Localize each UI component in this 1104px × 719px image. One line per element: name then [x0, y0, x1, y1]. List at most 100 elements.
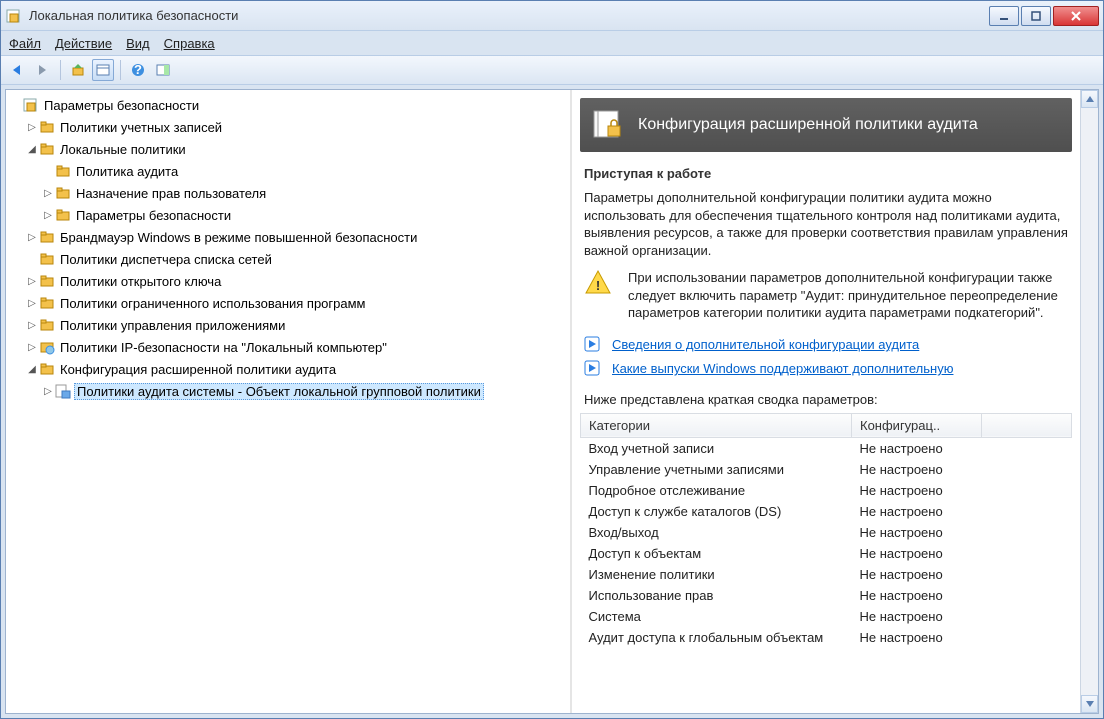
folder-icon: [54, 383, 72, 399]
getting-started-heading: Приступая к работе: [584, 166, 1068, 181]
table-row[interactable]: Управление учетными записямиНе настроено: [581, 459, 1072, 480]
table-row[interactable]: Вход/выходНе настроено: [581, 522, 1072, 543]
expander-icon[interactable]: ▷: [26, 122, 38, 133]
up-button[interactable]: [67, 59, 89, 81]
table-row[interactable]: СистемаНе настроено: [581, 606, 1072, 627]
close-button[interactable]: [1053, 6, 1099, 26]
tree-item[interactable]: ▷ Политики аудита системы - Объект локаль…: [6, 380, 570, 402]
tree-item[interactable]: ◢Конфигурация расширенной политики аудит…: [6, 358, 570, 380]
action-pane-button[interactable]: [152, 59, 174, 81]
maximize-button[interactable]: [1021, 6, 1051, 26]
cell-category: Использование прав: [581, 585, 852, 606]
col-blank[interactable]: [982, 413, 1072, 437]
tree-item-label: Параметры безопасности: [42, 98, 201, 113]
table-row[interactable]: Вход учетной записиНе настроено: [581, 437, 1072, 459]
window-controls: [989, 6, 1099, 26]
intro-text: Параметры дополнительной конфигурации по…: [584, 189, 1068, 259]
expander-icon[interactable]: ▷: [42, 188, 54, 199]
minimize-button[interactable]: [989, 6, 1019, 26]
toolbar: ?: [1, 55, 1103, 85]
scroll-down-button[interactable]: [1081, 695, 1098, 713]
vertical-scrollbar[interactable]: [1080, 90, 1098, 713]
tree-item[interactable]: ▷ Политики учетных записей: [6, 116, 570, 138]
cell-configuration: Не настроено: [852, 480, 982, 501]
expander-icon[interactable]: ◢: [26, 144, 38, 155]
tree-item[interactable]: ▷Назначение прав пользователя: [6, 182, 570, 204]
toolbar-separator: [120, 60, 121, 80]
app-icon: [5, 7, 23, 25]
col-configuration[interactable]: Конфигурац..: [852, 413, 982, 437]
expander-icon[interactable]: ◢: [26, 364, 38, 375]
tree-item[interactable]: Политика аудита: [6, 160, 570, 182]
panel-title: Конфигурация расширенной политики аудита: [638, 116, 978, 134]
cell-category: Вход учетной записи: [581, 437, 852, 459]
expander-icon[interactable]: ▷: [26, 232, 38, 243]
link-audit-config[interactable]: Сведения о дополнительной конфигурации а…: [612, 337, 919, 352]
scroll-track[interactable]: [1081, 108, 1098, 695]
folder-icon: [38, 317, 56, 333]
arrow-right-icon: [584, 336, 602, 354]
cell-category: Аудит доступа к глобальным объектам: [581, 627, 852, 648]
folder-icon: [38, 229, 56, 245]
tree-item-label: Политика аудита: [74, 164, 180, 179]
cell-configuration: Не настроено: [852, 522, 982, 543]
tree-item[interactable]: ◢ Локальные политики: [6, 138, 570, 160]
tree-item[interactable]: ▷Политики открытого ключа: [6, 270, 570, 292]
folder-icon: [54, 185, 72, 201]
expander-icon[interactable]: ▷: [26, 342, 38, 353]
expander-icon[interactable]: ▷: [42, 210, 54, 221]
tree-pane[interactable]: Параметры безопасности ▷ Политики учетных …: [6, 90, 572, 713]
tree-item-label: Параметры безопасности: [74, 208, 233, 223]
col-categories[interactable]: Категории: [581, 413, 852, 437]
content-area: Параметры безопасности ▷ Политики учетных …: [5, 89, 1099, 714]
expander-icon[interactable]: ▷: [42, 386, 54, 397]
table-row[interactable]: Подробное отслеживаниеНе настроено: [581, 480, 1072, 501]
tree-item[interactable]: ▷Политики IP-безопасности на "Локальный …: [6, 336, 570, 358]
properties-button[interactable]: [92, 59, 114, 81]
detail-pane: Конфигурация расширенной политики аудита…: [572, 90, 1098, 713]
svg-text:?: ?: [134, 62, 142, 77]
link-row-1: Сведения о дополнительной конфигурации а…: [584, 336, 1068, 354]
folder-icon: [38, 295, 56, 311]
link-windows-editions[interactable]: Какие выпуски Windows поддерживают допол…: [612, 361, 953, 376]
tree-item[interactable]: Политики диспетчера списка сетей: [6, 248, 570, 270]
tree-item[interactable]: ▷ Политики управления приложениями: [6, 314, 570, 336]
table-row[interactable]: Аудит доступа к глобальным объектамНе на…: [581, 627, 1072, 648]
tree-root[interactable]: Параметры безопасности: [6, 94, 570, 116]
warning-icon: !: [584, 269, 614, 299]
table-row[interactable]: Изменение политикиНе настроено: [581, 564, 1072, 585]
cell-category: Управление учетными записями: [581, 459, 852, 480]
panel-header: Конфигурация расширенной политики аудита: [580, 98, 1072, 152]
tree-item-label: Политики учетных записей: [58, 120, 224, 135]
tree-item-label: Локальные политики: [58, 142, 188, 157]
expander-icon[interactable]: ▷: [26, 276, 38, 287]
detail-content: Конфигурация расширенной политики аудита…: [572, 90, 1080, 713]
tree-item[interactable]: ▷ Параметры безопасности: [6, 204, 570, 226]
menu-bar: Файл Действие Вид Справка: [1, 31, 1103, 55]
table-row[interactable]: Доступ к объектамНе настроено: [581, 543, 1072, 564]
expander-icon[interactable]: ▷: [26, 320, 38, 331]
tree-item[interactable]: ▷ Политики ограниченного использования пр…: [6, 292, 570, 314]
titlebar[interactable]: Локальная политика безопасности: [1, 1, 1103, 31]
tree-item-label: Политики управления приложениями: [58, 318, 287, 333]
back-button[interactable]: [7, 59, 29, 81]
window-title: Локальная политика безопасности: [29, 8, 989, 23]
tree-item-label: Политики диспетчера списка сетей: [58, 252, 274, 267]
tree-item-label: Политики ограниченного использования про…: [58, 296, 367, 311]
expander-icon[interactable]: ▷: [26, 298, 38, 309]
menu-view[interactable]: Вид: [126, 36, 150, 51]
menu-help[interactable]: Справка: [164, 36, 215, 51]
folder-icon: [54, 163, 72, 179]
menu-action[interactable]: Действие: [55, 36, 112, 51]
scroll-up-button[interactable]: [1081, 90, 1098, 108]
cell-configuration: Не настроено: [852, 564, 982, 585]
table-row[interactable]: Использование правНе настроено: [581, 585, 1072, 606]
cell-configuration: Не настроено: [852, 437, 982, 459]
menu-file[interactable]: Файл: [9, 36, 41, 51]
forward-button[interactable]: [32, 59, 54, 81]
arrow-right-icon: [584, 360, 602, 378]
table-row[interactable]: Доступ к службе каталогов (DS)Не настрое…: [581, 501, 1072, 522]
help-button[interactable]: ?: [127, 59, 149, 81]
tree-item-label: Политики аудита системы - Объект локальн…: [74, 383, 484, 400]
tree-item[interactable]: ▷Брандмауэр Windows в режиме повышенной …: [6, 226, 570, 248]
